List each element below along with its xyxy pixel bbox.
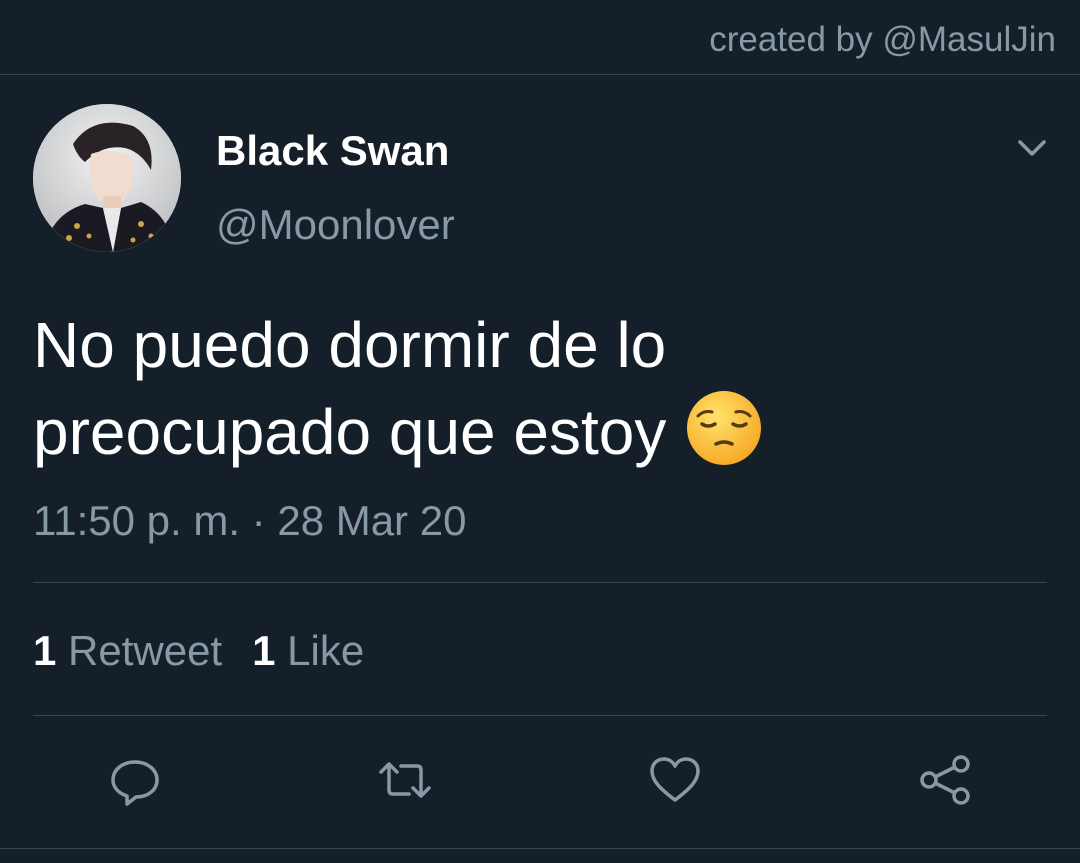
credit-text: created by @MasulJin: [709, 20, 1056, 59]
tweet-text-content: No puedo dormir de lo preocupado que est…: [33, 309, 667, 468]
display-name[interactable]: Black Swan: [216, 124, 449, 178]
heart-icon[interactable]: [645, 750, 705, 810]
tweet-actions: [0, 740, 1080, 820]
top-bar: created by @MasulJin: [0, 0, 1080, 75]
likes-stat[interactable]: 1 Like: [252, 624, 364, 678]
chevron-down-icon[interactable]: [1012, 128, 1052, 168]
user-handle[interactable]: @Moonlover: [216, 198, 455, 252]
likes-count: 1: [252, 627, 276, 674]
retweets-count: 1: [33, 627, 57, 674]
avatar[interactable]: [33, 104, 181, 252]
share-icon[interactable]: [915, 750, 975, 810]
pensive-face-icon: [684, 388, 764, 468]
divider: [33, 715, 1047, 716]
divider: [0, 848, 1080, 849]
likes-label: Like: [287, 627, 365, 674]
divider: [33, 582, 1047, 583]
tweet-timestamp[interactable]: 11:50 p. m. · 28 Mar 20: [33, 494, 466, 548]
tweet-text: No puedo dormir de lo preocupado que est…: [33, 302, 1033, 475]
retweets-stat[interactable]: 1 Retweet: [33, 624, 222, 678]
retweets-label: Retweet: [68, 627, 223, 674]
reply-icon[interactable]: [105, 750, 165, 810]
retweet-icon[interactable]: [375, 750, 435, 810]
tweet-stats: 1 Retweet 1 Like: [33, 624, 394, 678]
